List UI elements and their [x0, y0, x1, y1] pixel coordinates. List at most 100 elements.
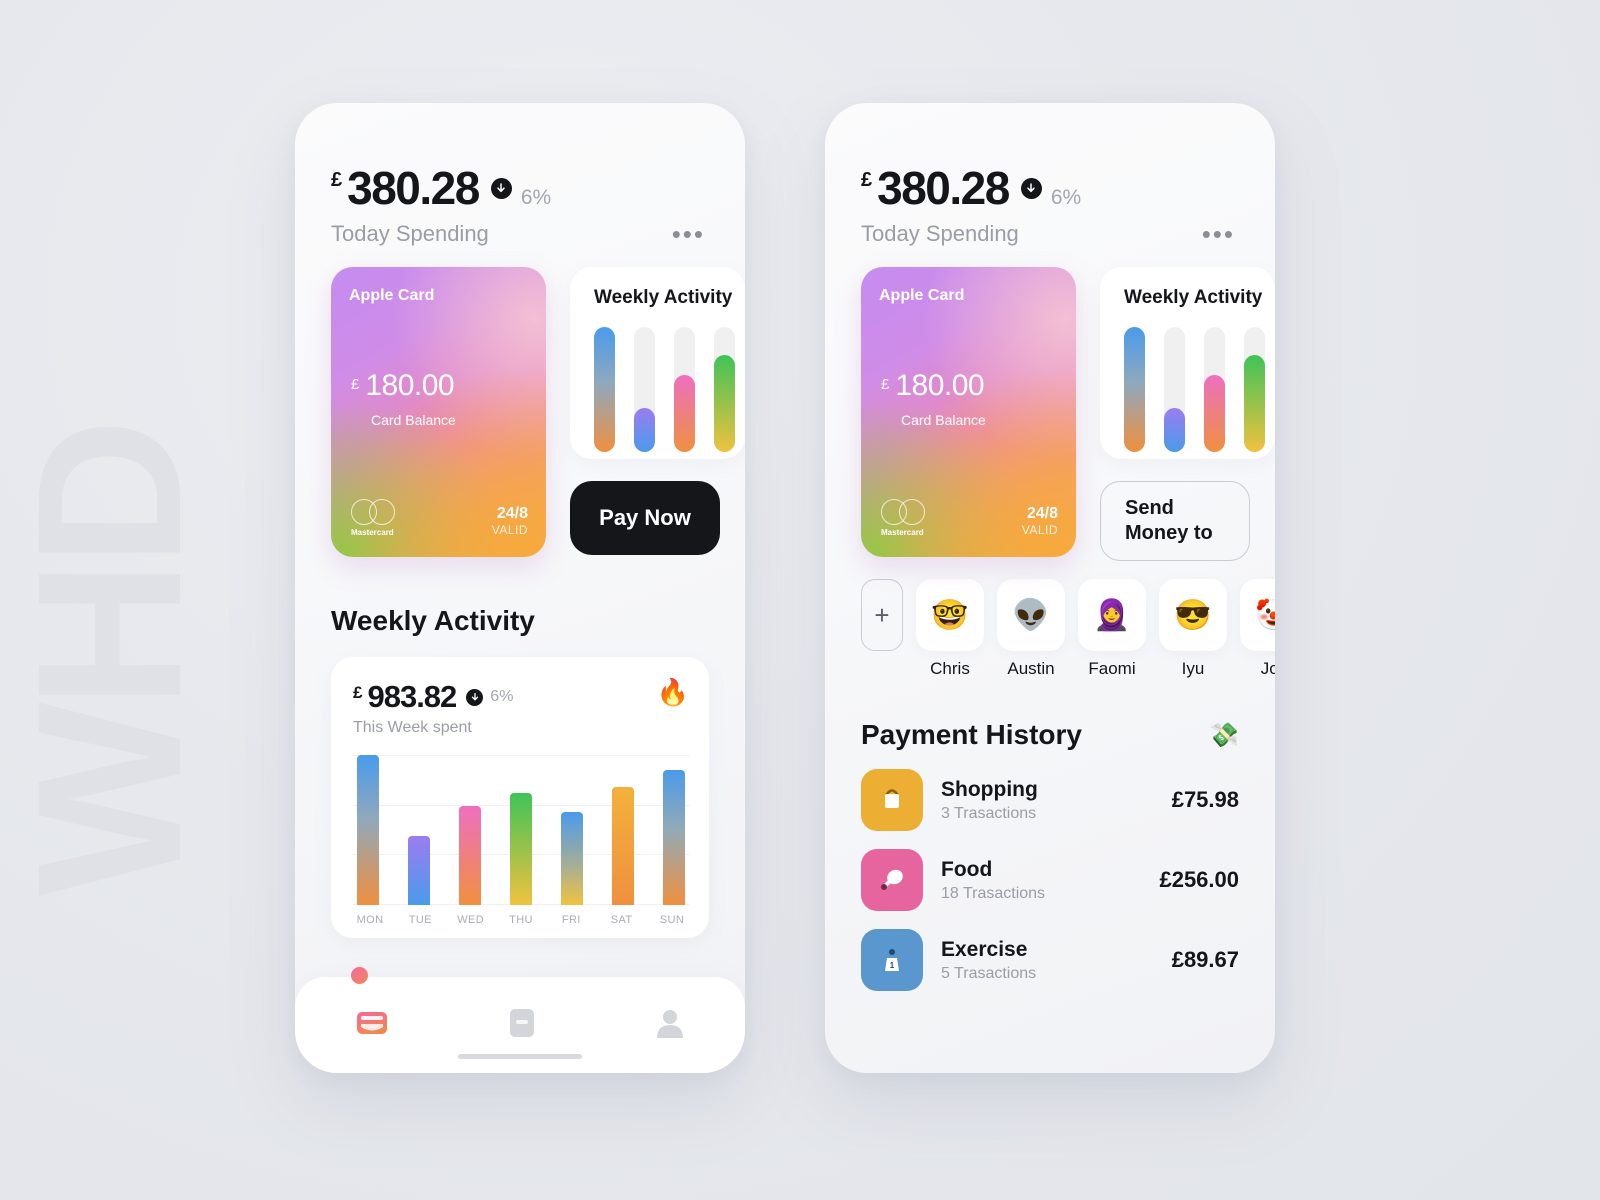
payment-name: Food — [941, 857, 993, 881]
card-balance-label: Card Balance — [901, 412, 986, 428]
contact-name: Chris — [930, 659, 970, 678]
payment-amount: £89.67 — [1171, 947, 1239, 972]
contact-austin[interactable]: 👽 Austin — [997, 579, 1065, 679]
contact-iyu[interactable]: 😎 Iyu — [1159, 579, 1227, 679]
contact-faomi[interactable]: 🧕 Faomi — [1078, 579, 1146, 679]
tab-profile[interactable] — [655, 1007, 685, 1044]
x-label: FRI — [561, 914, 581, 926]
week-amount: 983.82 — [367, 679, 457, 714]
payment-history-header: Payment History 💸 — [825, 679, 1275, 751]
mini-bar-chart — [1124, 327, 1275, 452]
header-subtitle: Today Spending — [861, 221, 1019, 246]
currency-symbol: £ — [861, 169, 873, 191]
payment-name: Exercise — [941, 937, 1028, 961]
tab-cards[interactable] — [508, 1007, 536, 1044]
change-percent: 6% — [520, 186, 552, 209]
phone-screen-right: £ 380.28 6% Today Spending ••• Apple Car… — [825, 103, 1275, 1073]
card-balance-value: 180.00 — [365, 369, 455, 402]
contact-name: Faomi — [1088, 659, 1136, 678]
fire-emoji-icon: 🔥 — [656, 677, 689, 707]
chart-x-axis-labels: MON TUE WED THU FRI SAT SUN — [353, 905, 689, 926]
bar-wed — [459, 806, 481, 905]
mini-bar-track — [594, 327, 615, 452]
amount-value: 380.28 — [347, 162, 480, 214]
x-label: SAT — [610, 914, 633, 926]
arrow-down-icon — [466, 688, 484, 706]
bottom-tab-bar — [295, 967, 745, 1073]
contact-name: Jok — [1260, 659, 1275, 678]
apple-card[interactable]: Apple Card £ 180.00 Card Balance Masterc… — [331, 267, 546, 557]
currency-symbol: £ — [331, 169, 343, 191]
mastercard-logo-icon: Mastercard — [351, 499, 397, 537]
payment-count: 5 Trasactions — [941, 964, 1037, 982]
card-title: Apple Card — [879, 287, 965, 304]
mini-bar-track — [1204, 327, 1225, 452]
payment-amount: £256.00 — [1159, 867, 1239, 892]
more-options-button[interactable]: ••• — [672, 221, 709, 247]
contact-name: Austin — [1007, 659, 1055, 678]
contact-chris[interactable]: 🤓 Chris — [916, 579, 984, 679]
card-valid-label: VALID — [1021, 523, 1058, 537]
contact-jok[interactable]: 🤡 Jok — [1240, 579, 1275, 679]
card-balance-label: Card Balance — [371, 412, 456, 428]
weekly-activity-title: Weekly Activity — [331, 605, 535, 636]
card-valid-label: VALID — [491, 523, 528, 537]
payment-amount: £75.98 — [1171, 787, 1239, 812]
card-balance-value: 180.00 — [895, 369, 985, 402]
header-left: £ 380.28 6% Today Spending ••• — [295, 103, 745, 247]
mini-widget-title: Weekly Activity — [1124, 287, 1263, 308]
weekly-bar-chart — [353, 755, 689, 905]
week-subtitle: This Week spent — [353, 719, 472, 736]
mini-bar-track — [674, 327, 695, 452]
card-network-label: Mastercard — [351, 528, 394, 537]
contact-avatar-icon: 😎 — [1159, 579, 1227, 651]
week-change-percent: 6% — [490, 688, 514, 705]
header-right: £ 380.28 6% Today Spending ••• — [825, 103, 1275, 247]
svg-text:1: 1 — [890, 961, 895, 970]
more-options-button[interactable]: ••• — [1202, 221, 1239, 247]
card-currency: £ — [881, 376, 890, 393]
bar-tue — [408, 836, 430, 905]
watermark-text: WHD — [0, 424, 224, 896]
card-currency: £ — [351, 376, 360, 393]
card-row-left: Apple Card £ 180.00 Card Balance Masterc… — [295, 247, 745, 557]
add-contact-button[interactable]: + — [861, 579, 903, 651]
bar-thu — [510, 792, 532, 905]
x-label: TUE — [408, 914, 432, 926]
contact-avatar-icon: 🧕 — [1078, 579, 1146, 651]
today-spending-amount: £ 380.28 6% — [331, 161, 709, 215]
weekly-activity-chart-card: £ 983.82 6% This Week spent 🔥 MON TUE WE… — [331, 657, 709, 938]
money-with-wings-icon: 💸 — [1209, 721, 1239, 749]
pay-now-button[interactable]: Pay Now — [570, 481, 720, 555]
change-percent: 6% — [1050, 186, 1082, 209]
weekly-activity-mini-widget[interactable]: Weekly Activity — [1100, 267, 1275, 459]
x-label: THU — [509, 914, 533, 926]
food-icon — [861, 849, 923, 911]
card-valid-value: 24/8 — [1026, 505, 1058, 522]
send-money-line2: Money to — [1125, 522, 1213, 544]
tab-wallet[interactable] — [355, 1008, 389, 1043]
mini-bar-track — [1164, 327, 1185, 452]
week-currency: £ — [353, 683, 363, 702]
x-label: MON — [356, 914, 384, 926]
bar-mon — [357, 755, 379, 905]
page-background — [0, 0, 1600, 1200]
contact-avatar-icon: 🤓 — [916, 579, 984, 651]
payment-row-exercise[interactable]: 1 Exercise 5 Trasactions £89.67 — [825, 911, 1275, 991]
arrow-down-icon — [1020, 177, 1042, 199]
phone-screen-left: £ 380.28 6% Today Spending ••• Apple Car… — [295, 103, 745, 1073]
mini-bar-chart — [594, 327, 745, 452]
send-money-to-button[interactable]: Send Money to — [1100, 481, 1250, 561]
payment-row-shopping[interactable]: Shopping 3 Trasactions £75.98 — [825, 751, 1275, 831]
send-money-line1: Send — [1125, 497, 1174, 519]
notification-dot — [351, 967, 368, 984]
payment-row-food[interactable]: Food 18 Trasactions £256.00 — [825, 831, 1275, 911]
shopping-bag-icon — [861, 769, 923, 831]
mini-bar-track — [1124, 327, 1145, 452]
contacts-row: + 🤓 Chris 👽 Austin 🧕 Faomi 😎 Iyu 🤡 Jok — [825, 561, 1275, 679]
mini-bar-track — [634, 327, 655, 452]
apple-card[interactable]: Apple Card £ 180.00 Card Balance Masterc… — [861, 267, 1076, 557]
bar-sat — [612, 786, 634, 905]
weekly-activity-mini-widget[interactable]: Weekly Activity — [570, 267, 745, 459]
header-subtitle: Today Spending — [331, 221, 489, 246]
